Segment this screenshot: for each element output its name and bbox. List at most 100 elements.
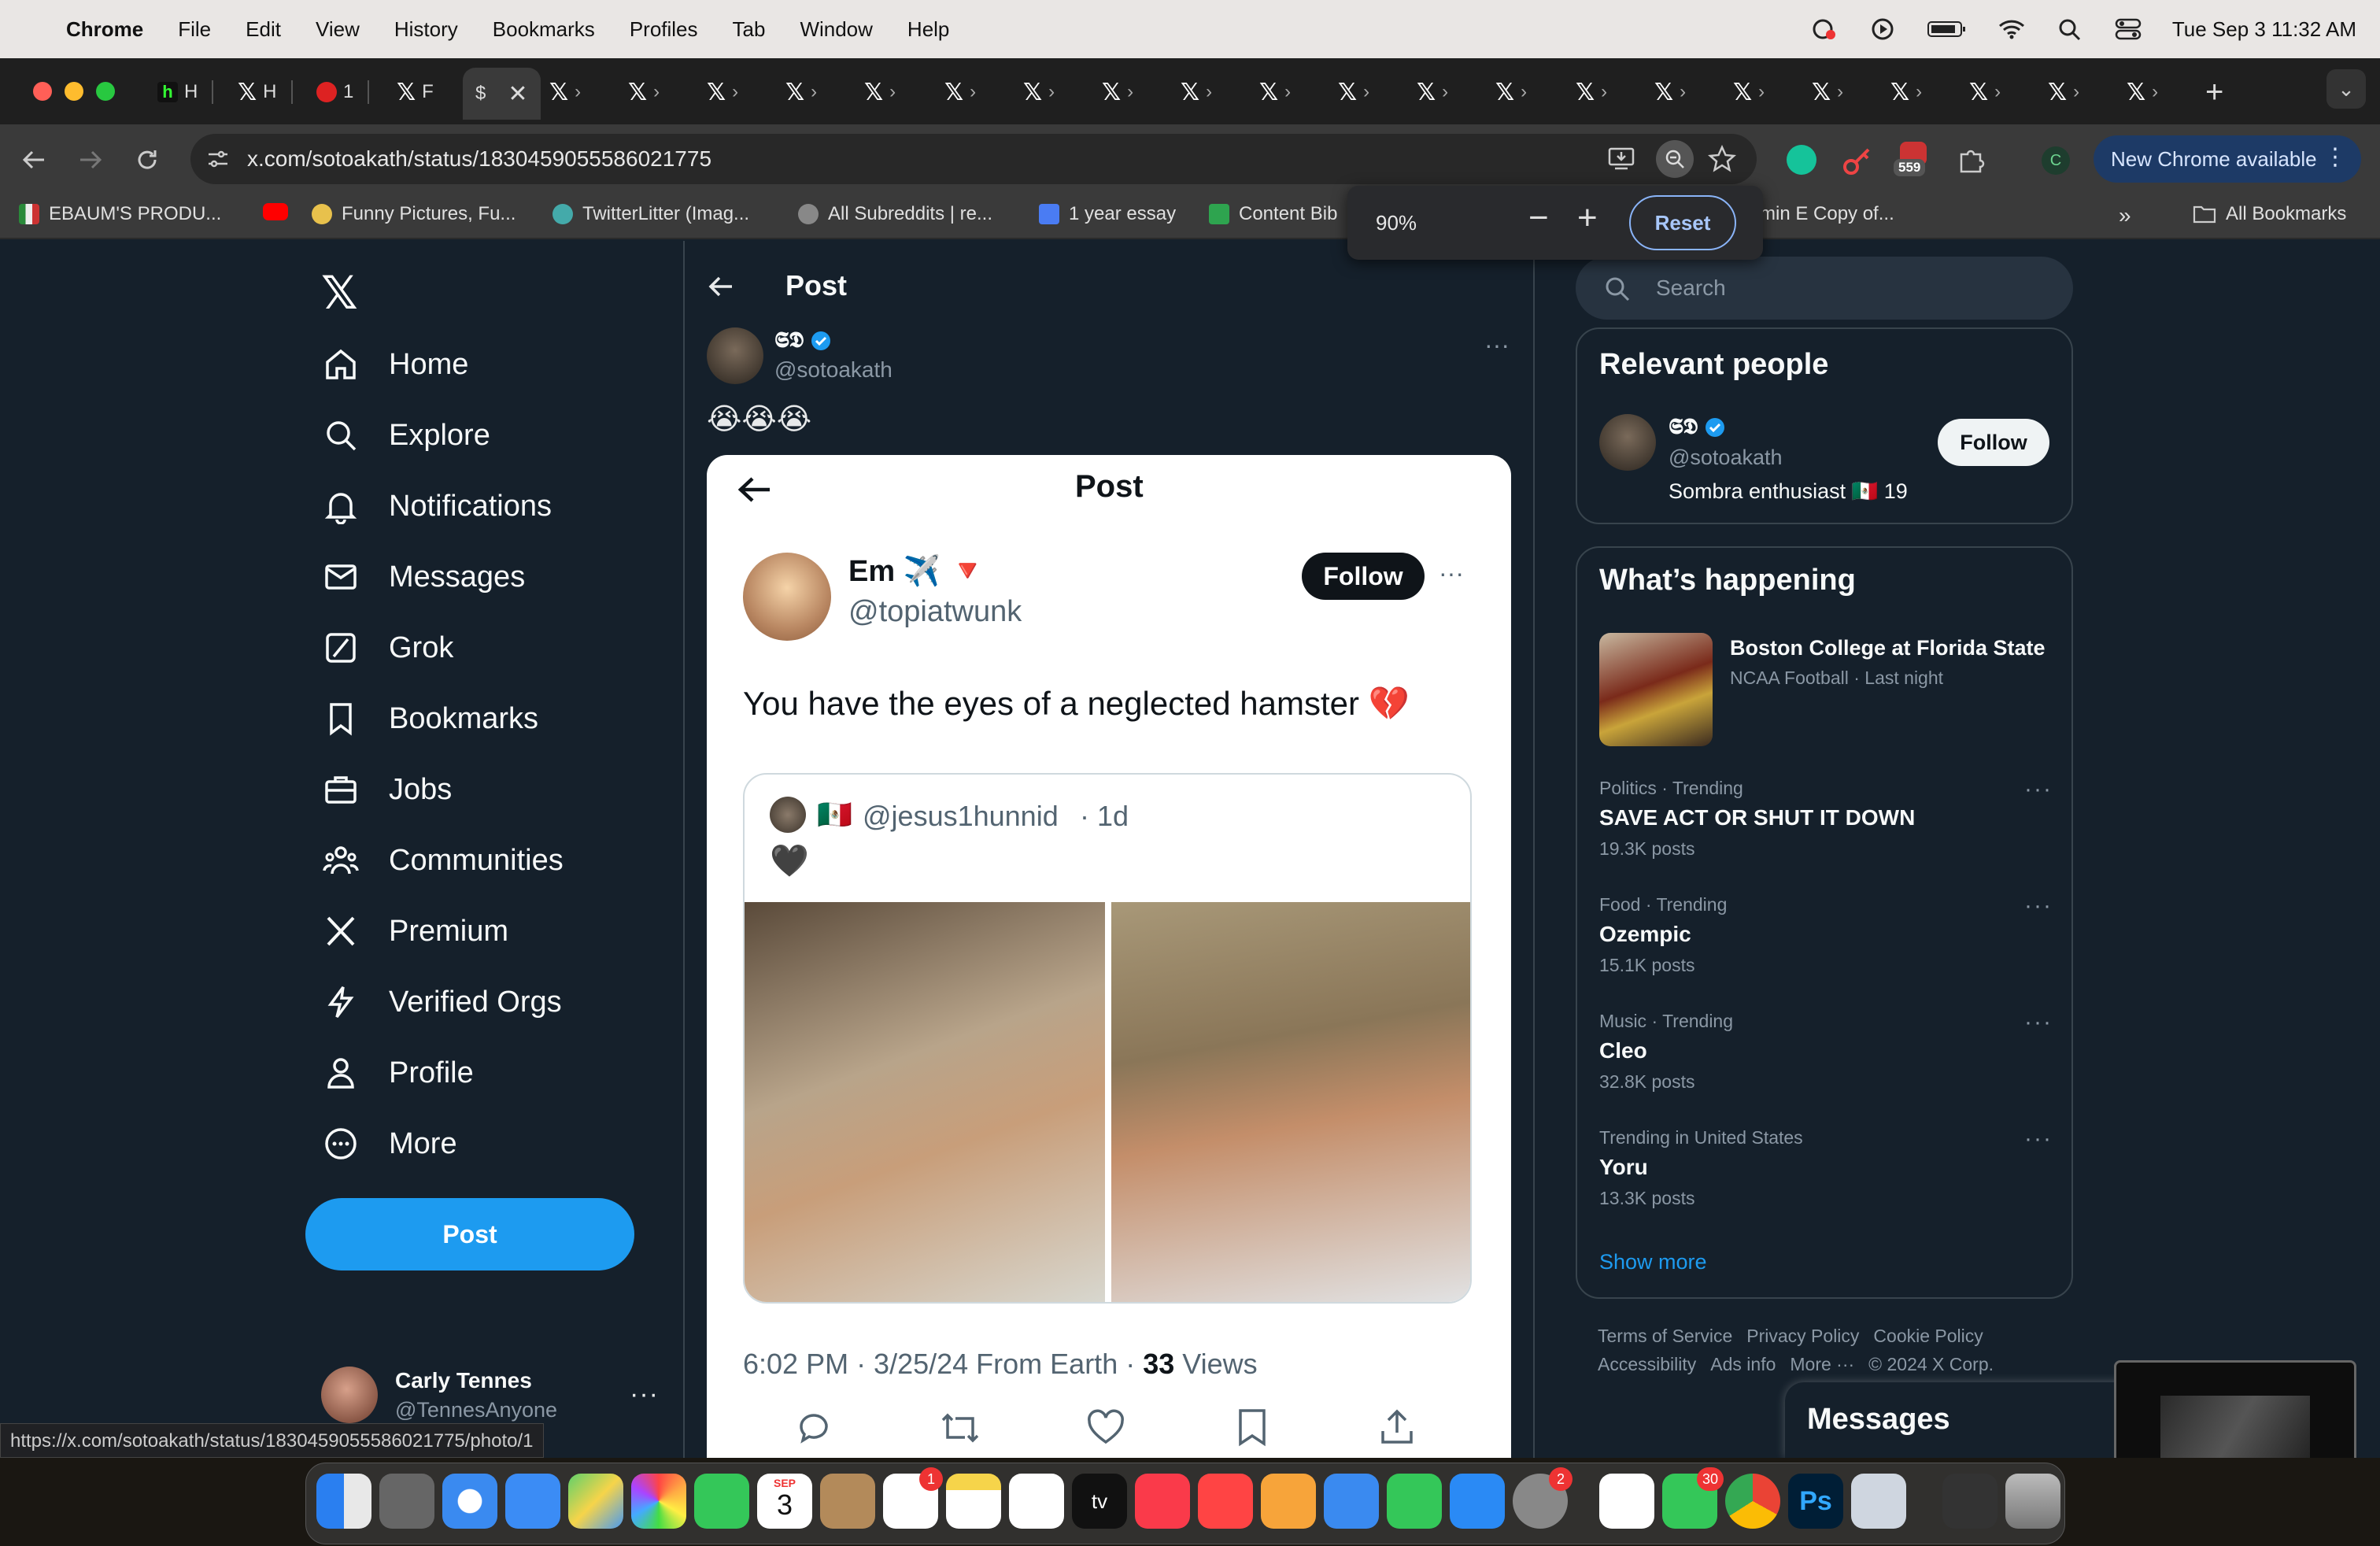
tab-search-icon[interactable]: ⌄ [2326,69,2366,109]
tab[interactable]: 𝕏 › [707,72,738,112]
chrome-icon[interactable] [1725,1474,1780,1529]
footer-terms-link[interactable]: Terms of Service [1598,1326,1732,1347]
play-icon[interactable] [1868,17,1897,41]
calendar-icon[interactable]: SEP 3 [757,1474,812,1529]
account-menu-icon[interactable]: ··· [630,1379,659,1410]
system-settings-icon[interactable]: 2 [1513,1467,1572,1529]
post-image[interactable]: Post Em ✈️ 🔻 @topiatwunk Follow ··· You … [707,455,1511,1463]
more-bookmarks-chevron-icon[interactable]: » [2119,203,2131,228]
bookmark-item[interactable]: min E Copy of... [1760,203,1894,225]
tab[interactable]: 𝕏 › [628,72,660,112]
footer-accessibility-link[interactable]: Accessibility [1598,1354,1696,1375]
battery-icon[interactable] [1927,17,1968,41]
tab[interactable]: 𝕏 › [944,72,976,112]
apple-tv-icon[interactable]: tv [1072,1474,1127,1529]
safari-icon[interactable] [442,1474,497,1529]
tab[interactable]: 𝕏 › [2048,72,2079,112]
site-info-icon[interactable] [206,148,230,170]
profile-avatar[interactable]: C [2042,146,2070,175]
nav-notifications[interactable]: Notifications [323,488,552,524]
extension-with-badge[interactable]: 559 [1894,142,1931,179]
bookmark-star-icon[interactable] [1708,145,1736,173]
trend-more-icon[interactable]: ··· [2024,776,2053,803]
menu-tab[interactable]: Tab [733,17,766,42]
new-tab-button[interactable]: + [2205,72,2223,112]
pages-icon[interactable] [1261,1474,1316,1529]
messages-icon[interactable]: 30 [1662,1467,1724,1529]
bookmark-item[interactable]: Content Bib [1209,203,1337,225]
tab[interactable]: 𝕏 › [1890,72,1922,112]
tab[interactable]: 𝕏 › [549,72,581,112]
trash-icon[interactable] [2005,1474,2060,1529]
nav-grok[interactable]: Grok [323,630,453,666]
nav-premium[interactable]: Premium [323,913,508,949]
zoom-in-button[interactable]: + [1577,198,1598,238]
trend-item[interactable]: Music · Trending Cleo 32.8K posts [1599,1011,1733,1093]
nav-profile[interactable]: Profile [323,1055,474,1091]
nav-verified-orgs[interactable]: Verified Orgs [323,984,562,1020]
tab[interactable]: 𝕏 › [1812,72,1843,112]
close-window-button[interactable] [33,82,52,101]
bookmark-item[interactable]: 1 year essay [1039,203,1176,225]
follow-button[interactable]: Follow [1938,419,2049,466]
trend-more-icon[interactable]: ··· [2024,1009,2053,1036]
launchpad-icon[interactable] [379,1474,434,1529]
control-center-icon[interactable] [2114,17,2142,41]
downloads-stack-icon[interactable] [1942,1474,1998,1529]
tab[interactable]: 𝕏H [238,72,293,112]
password-extension-icon[interactable] [1842,145,1873,176]
tab[interactable]: 𝕏 › [2127,72,2158,112]
extensions-puzzle-icon[interactable] [1957,143,1988,175]
nav-messages[interactable]: Messages [323,559,525,595]
tab[interactable]: hH [157,72,214,112]
maps-icon[interactable] [568,1474,623,1529]
tab[interactable]: 𝕏 › [1259,72,1291,112]
screen-share-icon[interactable] [1810,17,1839,41]
footer-ads-link[interactable]: Ads info [1710,1354,1776,1375]
bookmark-item[interactable]: All Subreddits | re... [798,203,992,225]
tab[interactable]: 𝕏 › [1417,72,1448,112]
mail-icon[interactable] [505,1474,560,1529]
menu-help[interactable]: Help [907,17,949,42]
facetime-icon[interactable] [694,1474,749,1529]
footer-privacy-link[interactable]: Privacy Policy [1746,1326,1859,1347]
address-bar[interactable]: x.com/sotoakath/status/18304590555860217… [190,134,1757,184]
nav-more[interactable]: More [323,1126,457,1162]
zoom-out-button[interactable]: − [1528,198,1549,238]
show-more-link[interactable]: Show more [1599,1250,1707,1274]
music-icon[interactable] [1135,1474,1190,1529]
tab[interactable]: 𝕏 › [1654,72,1686,112]
bookmark-item[interactable]: TwitterLitter (Imag... [552,203,749,225]
tab[interactable]: 𝕏 › [1338,72,1369,112]
nav-home[interactable]: Home [323,346,468,383]
slack-icon[interactable] [1599,1474,1654,1529]
tab[interactable]: 𝕏 › [864,72,896,112]
bookmark-item[interactable]: Funny Pictures, Fu... [312,203,516,225]
zoom-reset-button[interactable]: Reset [1629,195,1736,250]
minimize-window-button[interactable] [65,82,83,101]
menu-edit[interactable]: Edit [246,17,281,42]
nav-explore[interactable]: Explore [323,417,490,453]
nav-bookmarks[interactable]: Bookmarks [323,701,538,737]
menu-app-name[interactable]: Chrome [66,17,143,42]
nav-communities[interactable]: Communities [323,842,564,878]
preview-icon[interactable] [1851,1474,1906,1529]
tab[interactable]: 𝕏F [397,72,434,112]
grammarly-extension-icon[interactable] [1787,145,1816,175]
trend-more-icon[interactable]: ··· [2024,893,2053,919]
nav-jobs[interactable]: Jobs [323,771,452,808]
zoom-indicator-icon[interactable] [1656,140,1694,178]
reminders-icon[interactable]: 1 [883,1467,943,1529]
photos-icon[interactable] [631,1474,686,1529]
tab[interactable]: 𝕏 › [1102,72,1133,112]
menu-file[interactable]: File [178,17,211,42]
spotlight-search-icon[interactable] [2056,17,2084,41]
finder-icon[interactable] [316,1474,371,1529]
bookmark-item[interactable]: EBAUM'S PRODU... [19,203,221,225]
numbers-icon[interactable] [1387,1474,1442,1529]
reload-icon[interactable] [134,146,161,173]
search-input[interactable]: Search [1656,276,1726,301]
relevant-avatar[interactable] [1599,414,1656,471]
author-name-row[interactable]: 𝕾𝕯 [774,327,832,353]
footer-more-link[interactable]: More ··· [1790,1354,1854,1375]
